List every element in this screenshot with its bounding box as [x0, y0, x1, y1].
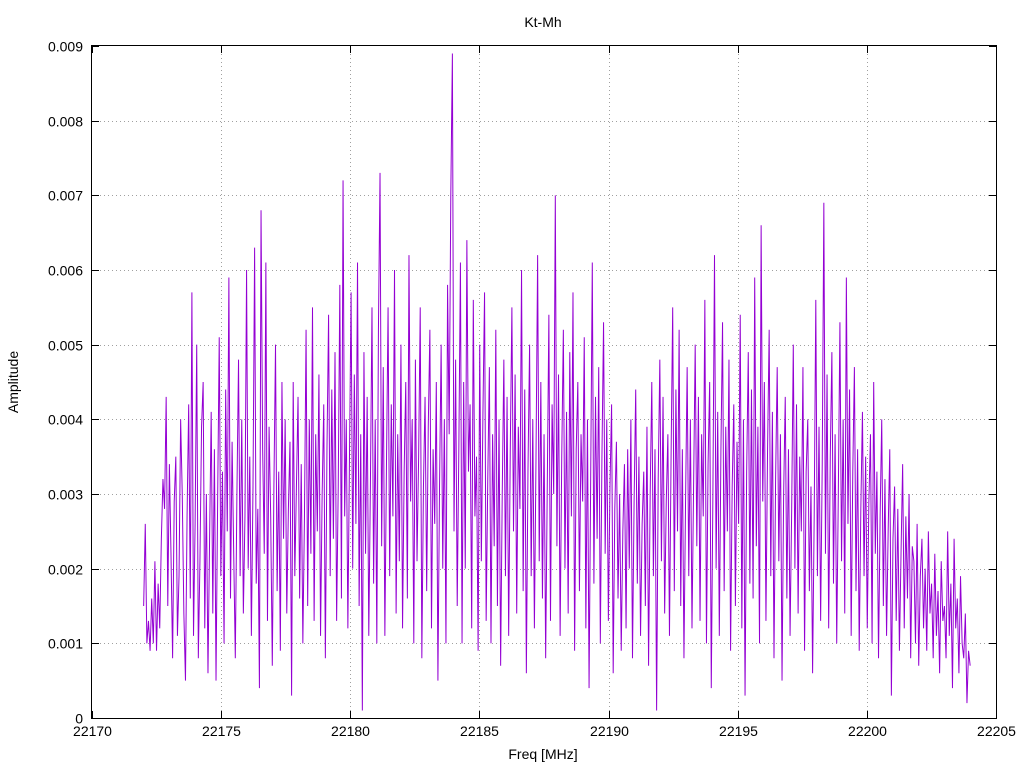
x-tick-label: 22175 [202, 723, 241, 739]
y-tick-label: 0 [75, 711, 83, 727]
series-line [143, 53, 971, 711]
x-tick-label: 22190 [590, 723, 629, 739]
x-tick-label: 22200 [848, 723, 887, 739]
y-tick-label: 0.004 [48, 412, 83, 428]
x-axis-label: Freq [MHz] [508, 746, 577, 762]
y-tick-label: 0.001 [48, 636, 83, 652]
y-tick-label: 0.002 [48, 562, 83, 578]
chart-title: Kt-Mh [524, 14, 561, 30]
y-tick-label: 0.008 [48, 114, 83, 130]
y-tick-label: 0.005 [48, 338, 83, 354]
x-tick-label: 22195 [719, 723, 758, 739]
x-tick-label: 22180 [331, 723, 370, 739]
y-tick-label: 0.003 [48, 487, 83, 503]
y-tick-label: 0.006 [48, 263, 83, 279]
y-tick-label: 0.007 [48, 188, 83, 204]
y-tick-label: 0.009 [48, 39, 83, 55]
axis-ticks [92, 46, 997, 719]
x-tick-label: 22205 [977, 723, 1016, 739]
x-tick-label: 22185 [460, 723, 499, 739]
plot-frame [91, 45, 997, 719]
chart-canvas: Kt-Mh 22170 22175 22180 22185 22190 22195 2220… [5, 14, 1016, 762]
grid [92, 46, 996, 718]
y-axis-label: Amplitude [5, 351, 21, 413]
